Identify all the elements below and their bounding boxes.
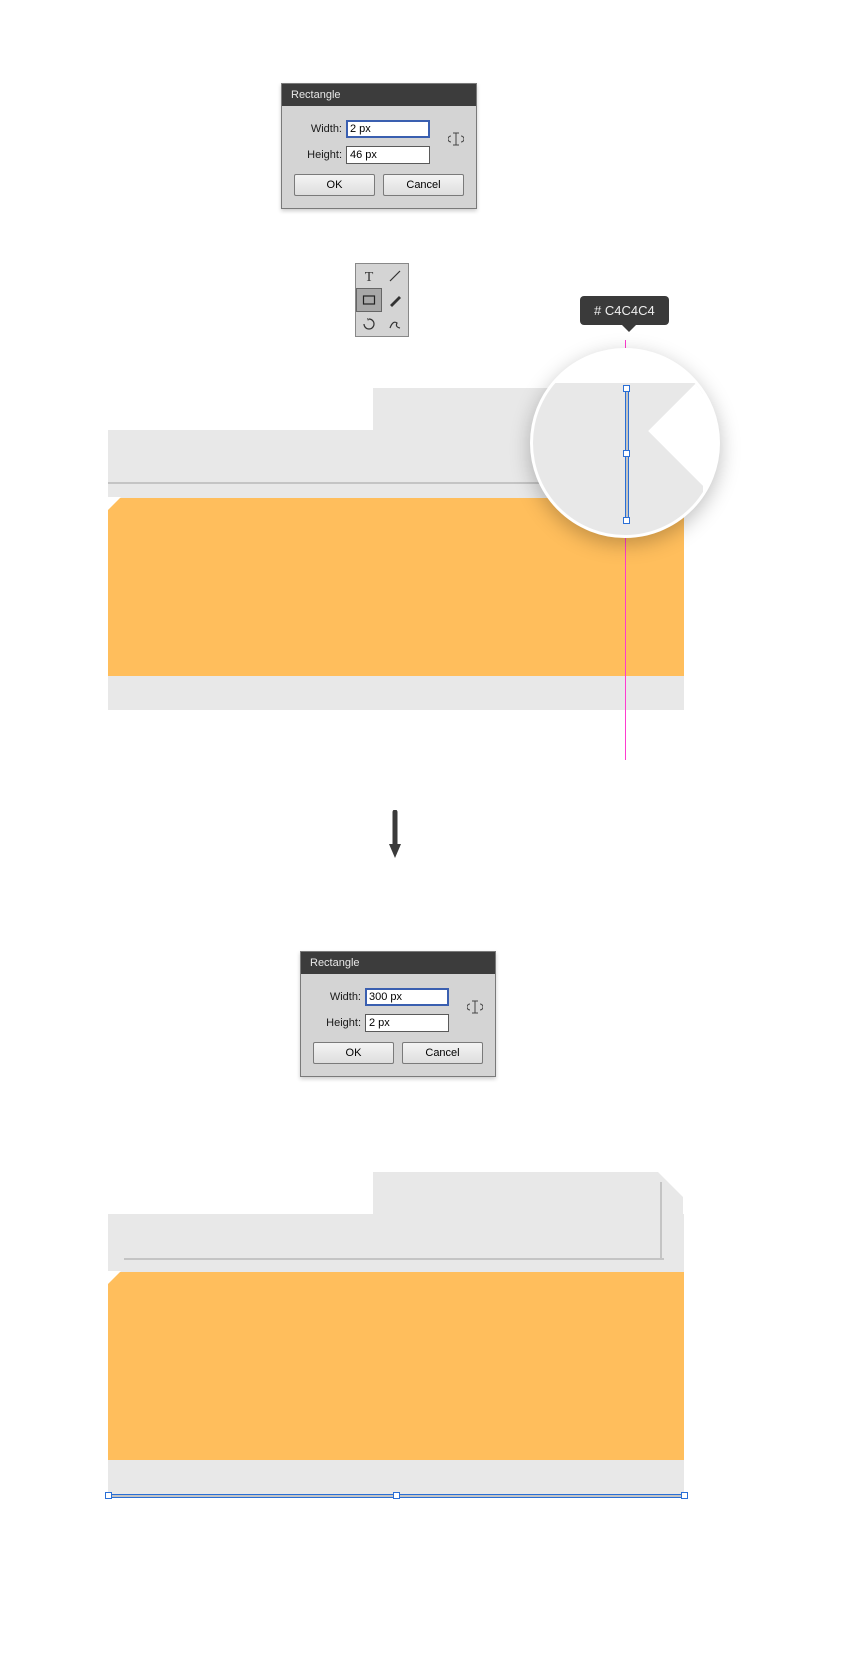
width-label: Width:: [294, 123, 342, 135]
height-input[interactable]: [365, 1014, 449, 1032]
dialog-title: Rectangle: [282, 84, 476, 106]
constrain-proportions-icon[interactable]: [467, 1000, 483, 1014]
tool-palette: T: [355, 263, 409, 337]
line-icon: [388, 269, 402, 283]
selection-handle[interactable]: [681, 1492, 688, 1499]
ok-button[interactable]: OK: [294, 174, 375, 196]
selection-handle[interactable]: [393, 1492, 400, 1499]
vertical-detail-line: [660, 1182, 662, 1258]
brush-icon: [388, 293, 402, 307]
brush-tool[interactable]: [382, 288, 408, 312]
line-tool[interactable]: [382, 264, 408, 288]
folder-front-bottom: [108, 1272, 684, 1460]
magnifier: [530, 348, 720, 538]
pencil-icon: [388, 317, 402, 331]
dialog-title: Rectangle: [301, 952, 495, 974]
rotate-icon: [362, 317, 376, 331]
width-input[interactable]: [365, 988, 449, 1006]
selection-handle[interactable]: [105, 1492, 112, 1499]
rotate-tool[interactable]: [356, 312, 382, 336]
color-tooltip: # C4C4C4: [580, 296, 669, 325]
type-icon: T: [362, 269, 376, 283]
ok-button[interactable]: OK: [313, 1042, 394, 1064]
height-input[interactable]: [346, 146, 430, 164]
selection-handle[interactable]: [623, 450, 630, 457]
rectangle-dialog-2: Rectangle Width: Height: OK Cancel: [300, 951, 496, 1077]
cancel-button[interactable]: Cancel: [383, 174, 464, 196]
constrain-proportions-icon[interactable]: [448, 132, 464, 146]
height-label: Height:: [294, 149, 342, 161]
freeform-tool[interactable]: [382, 312, 408, 336]
selection-handle[interactable]: [623, 517, 630, 524]
rectangle-dialog-1: Rectangle Width: Height: OK Cancel: [281, 83, 477, 209]
horizontal-detail-line: [124, 1258, 664, 1260]
selection-handle[interactable]: [623, 385, 630, 392]
svg-text:T: T: [365, 270, 374, 283]
height-label: Height:: [313, 1017, 361, 1029]
rectangle-icon: [362, 293, 376, 307]
step-arrow-icon: [388, 810, 402, 860]
width-input[interactable]: [346, 120, 430, 138]
type-tool[interactable]: T: [356, 264, 382, 288]
rectangle-tool[interactable]: [356, 288, 382, 312]
width-label: Width:: [313, 991, 361, 1003]
cancel-button[interactable]: Cancel: [402, 1042, 483, 1064]
